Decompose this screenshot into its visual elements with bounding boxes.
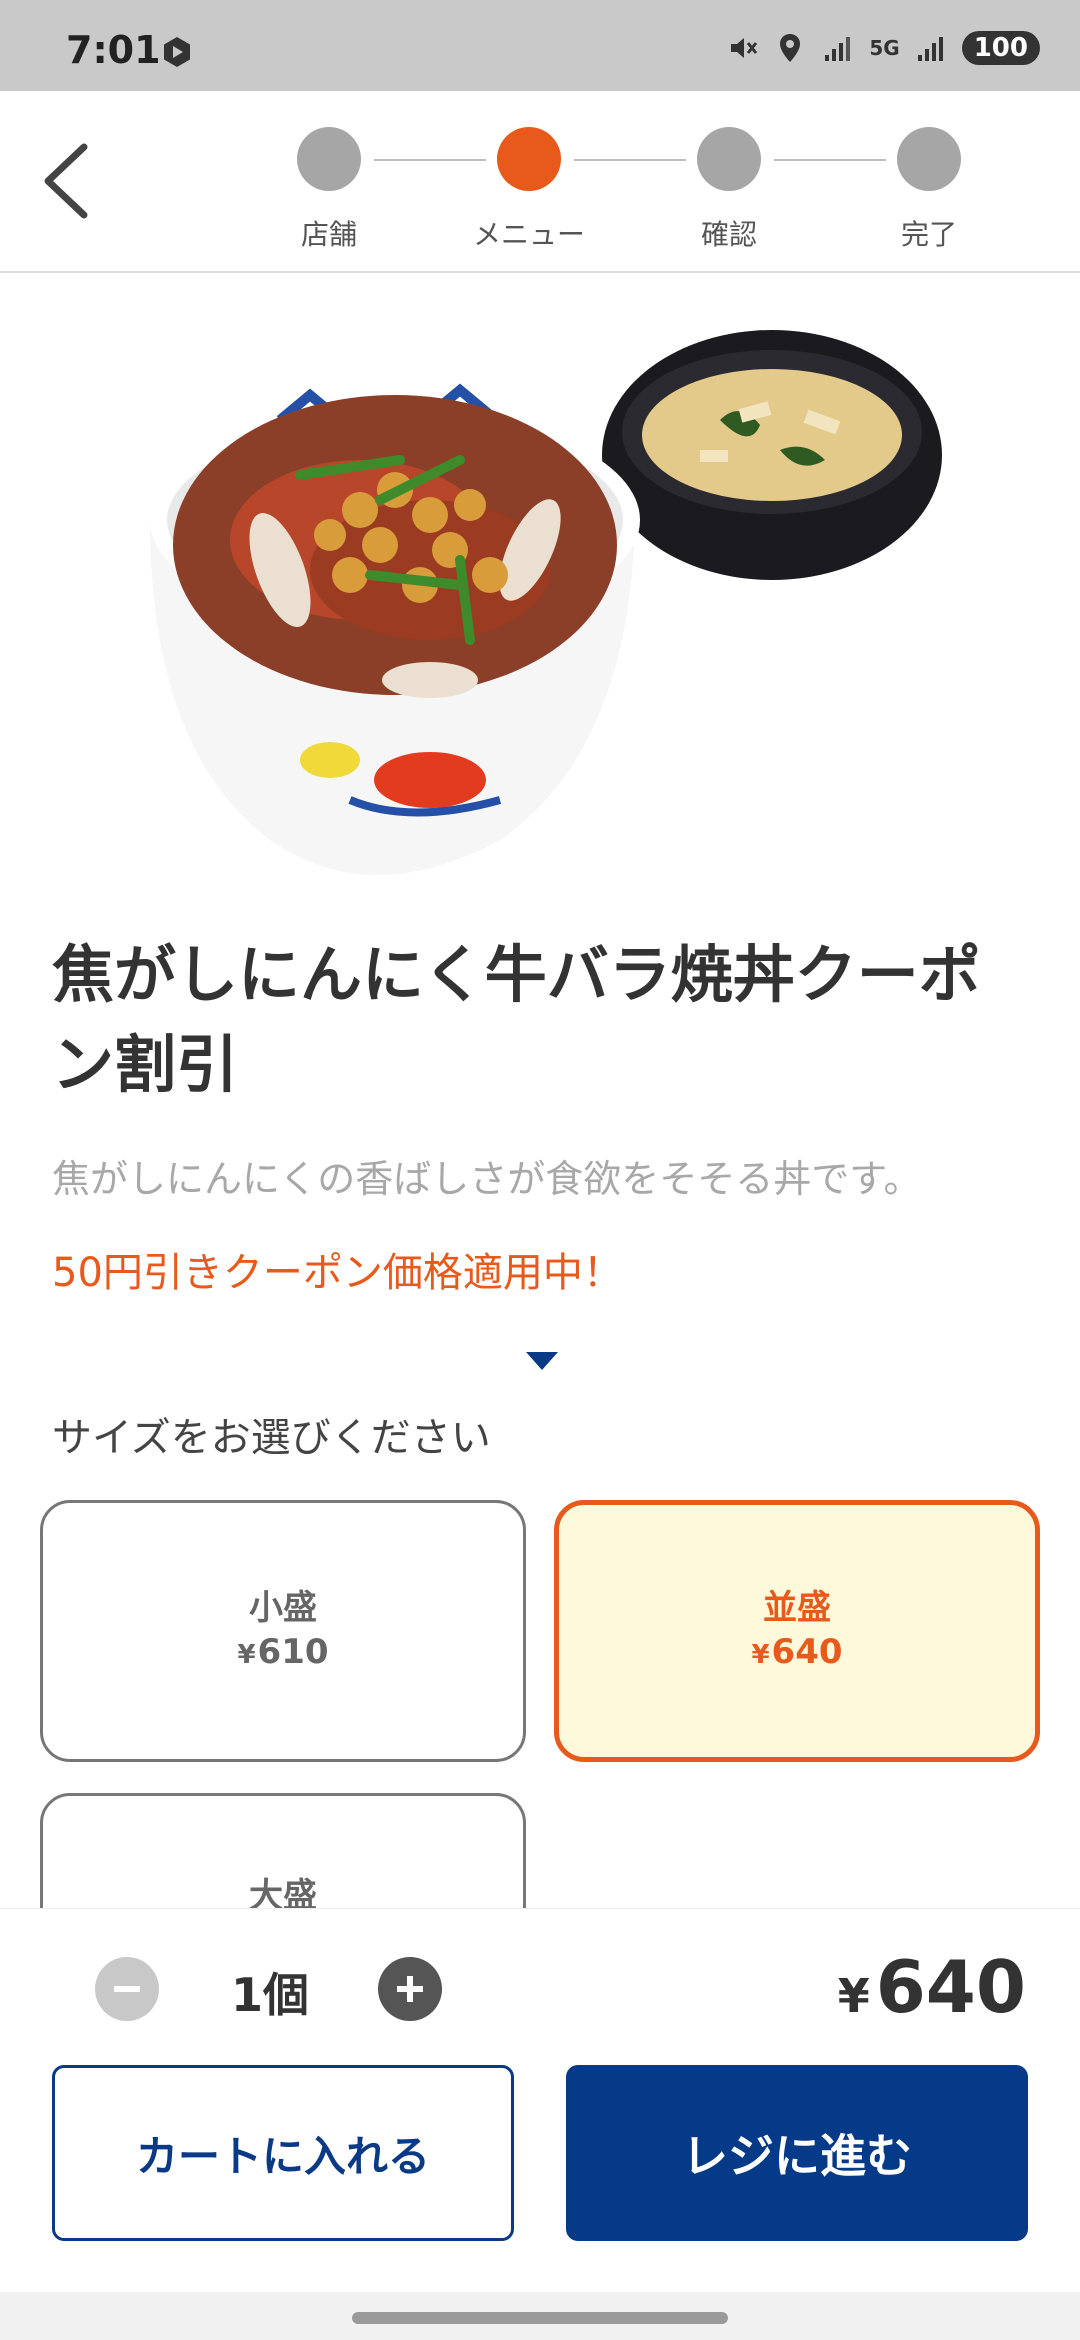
gesture-nav-bar	[0, 2292, 1080, 2340]
order-steps-header: 店舗 メニュー 確認 完了	[0, 91, 1080, 273]
quantity-increase-button[interactable]	[378, 1957, 442, 2021]
currency-symbol: ¥	[237, 1639, 256, 1670]
step-complete: 完了	[869, 127, 989, 253]
minus-icon	[114, 1986, 140, 1992]
caret-down-icon	[526, 1352, 558, 1370]
step-label: 確認	[700, 218, 757, 251]
size-heading: サイズをお選びください	[52, 1415, 491, 1461]
currency-symbol: ¥	[837, 1969, 870, 2023]
size-name: 並盛	[763, 1587, 831, 1628]
size-price: ¥640	[751, 1630, 842, 1677]
status-time: 7:01	[66, 28, 161, 72]
size-option-regular[interactable]: 並盛 ¥640	[554, 1500, 1040, 1762]
status-bar: 7:01 5G 100	[0, 0, 1080, 91]
size-option-small[interactable]: 小盛 ¥610	[40, 1500, 526, 1762]
total-price: ¥640	[838, 1945, 1026, 2029]
step-dot-active	[497, 127, 561, 191]
add-to-cart-button[interactable]: カートに入れる	[52, 2065, 514, 2241]
location-icon	[780, 34, 801, 62]
step-menu: メニュー	[469, 127, 589, 253]
step-dot	[297, 127, 361, 191]
size-price-value: 610	[257, 1631, 329, 1672]
product-description: 焦がしにんにくの香ばしさが食欲をそそる丼です。	[52, 1157, 922, 1201]
back-button[interactable]	[38, 139, 98, 223]
checkout-button[interactable]: レジに進む	[566, 2065, 1028, 2241]
size-price-value: 640	[771, 1631, 843, 1672]
step-confirm: 確認	[669, 127, 789, 253]
step-store: 店舗	[269, 127, 389, 253]
step-label: 完了	[900, 218, 957, 251]
step-label: メニュー	[472, 218, 585, 251]
size-price: ¥610	[237, 1630, 328, 1677]
step-dot	[897, 127, 961, 191]
mute-icon	[731, 38, 758, 58]
rice-bowl	[150, 383, 640, 875]
hexagon-app-icon	[164, 37, 190, 67]
size-name: 小盛	[249, 1587, 317, 1628]
order-bar: 1個 ¥640 カートに入れる レジに進む	[0, 1908, 1080, 2293]
home-indicator[interactable]	[352, 2312, 728, 2324]
network-type: 5G	[869, 36, 900, 60]
total-price-value: 640	[875, 1945, 1026, 2029]
step-dot	[697, 127, 761, 191]
signal-icon	[825, 37, 851, 61]
step-label: 店舗	[300, 218, 357, 251]
coupon-note: 50円引きクーポン価格適用中！	[52, 1250, 623, 1296]
currency-symbol: ¥	[751, 1639, 770, 1670]
quantity-decrease-button[interactable]	[95, 1957, 159, 2021]
product-image	[150, 330, 942, 875]
battery-badge: 100	[961, 31, 1040, 65]
quantity-value: 1個	[230, 1968, 309, 2022]
signal-icon	[917, 37, 943, 61]
product-title: 焦がしにんにく牛バラ焼丼クーポン割引	[52, 938, 981, 1101]
plus-icon	[397, 1976, 423, 2002]
miso-soup-bowl	[602, 330, 942, 580]
